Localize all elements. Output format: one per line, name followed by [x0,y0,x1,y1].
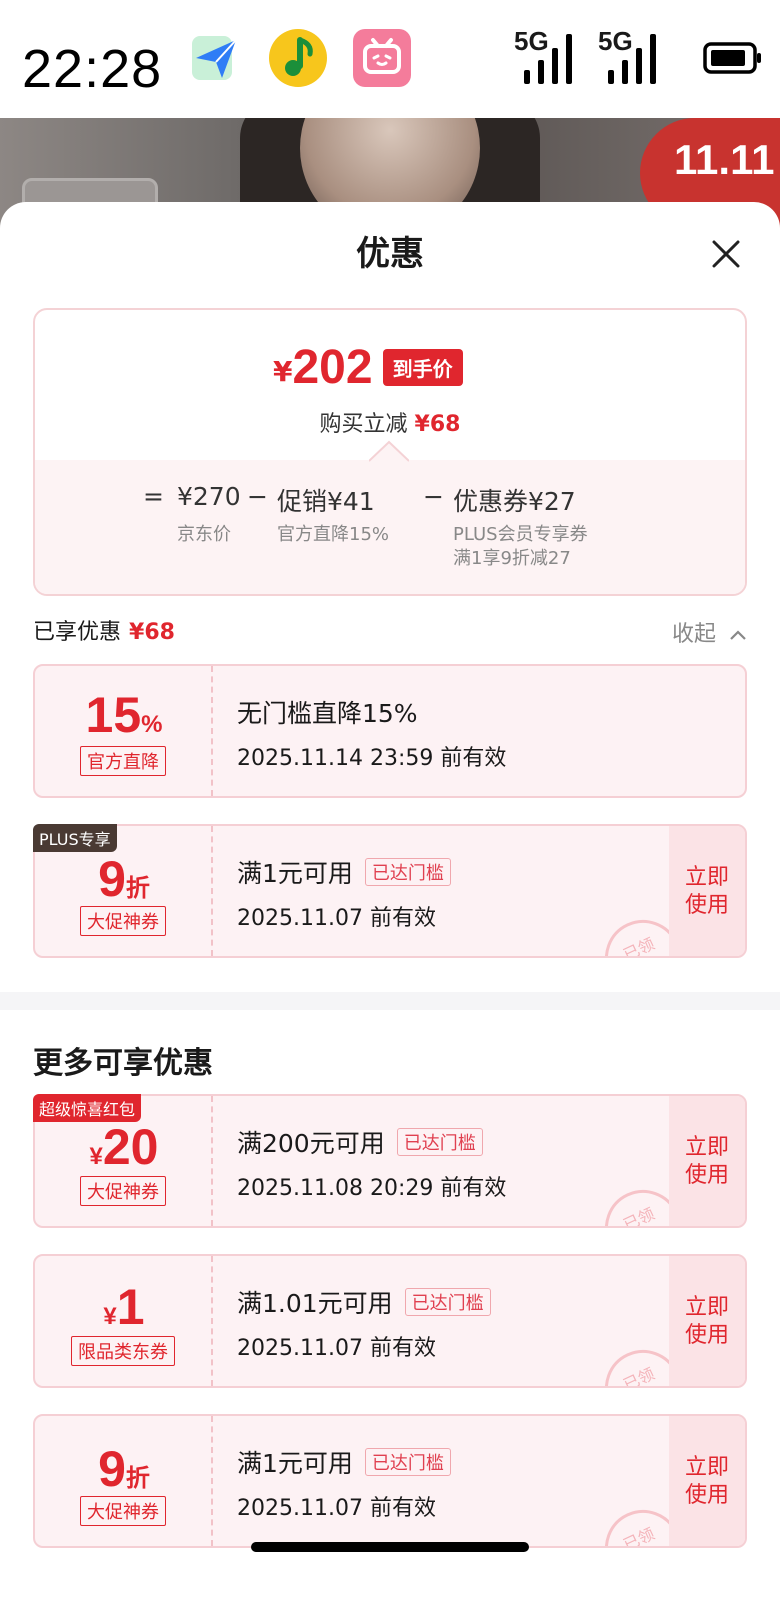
coupon-title: 满200元可用 已达门槛 [237,1124,483,1160]
calc-minus: − [247,482,268,511]
calc-coupon-detail: 满1享9折减27 [453,548,571,569]
calc-coupon-label: PLUS会员专享券 [453,524,588,545]
coupon-type: 大促神券 [80,1176,166,1206]
use-now-button[interactable]: 立即使用 [669,1256,745,1386]
calc-minus: − [423,482,444,511]
feishu-icon [192,36,237,80]
discount-sheet: 优惠 ¥ 202 到手价 购买立减 ¥68 = ¥270 京东价 − 促销¥41… [0,202,780,1604]
calc-coupon: 优惠券¥27 [453,487,576,516]
final-price: ¥ 202 到手价 [273,344,463,392]
calc-base-label: 京东价 [177,524,231,545]
calc-promo: 促销¥41 [277,487,375,516]
calc-promo-label: 官方直降15% [277,524,390,545]
qq-music-icon [269,29,327,87]
use-now-button[interactable]: 立即使用 [669,1416,745,1546]
calc-base-price: ¥270 [177,482,241,511]
threshold-reached-badge: 已达门槛 [396,1128,483,1156]
threshold-reached-badge: 已达门槛 [364,1448,451,1476]
bilibili-icon [353,29,411,87]
coupon-expiry: 2025.11.08 20:29 前有效 [237,1176,507,1201]
coupon-expiry: 2025.11.07 前有效 [237,906,436,931]
coupon-card: ¥1 限品类东券 满1.01元可用 已达门槛 2025.11.07 前有效 已领 … [33,1254,747,1388]
sheet-title: 优惠 [356,234,424,274]
coupon-expiry: 2025.11.07 前有效 [237,1336,436,1361]
coupon-expiry: 2025.11.14 23:59 前有效 [237,746,507,771]
use-now-label: 立即使用 [684,1455,729,1508]
instant-discount: 购买立减 ¥68 [319,412,461,437]
coupon-value-area: 9折 大促神券 [35,1416,213,1546]
use-now-button[interactable]: 立即使用 [669,826,745,956]
status-time: 22:28 [22,39,163,99]
coupon-value-area: 15% 官方直降 [35,666,213,796]
use-now-label: 立即使用 [684,1295,729,1348]
coupon-title: 满1.01元可用 已达门槛 [237,1284,491,1320]
home-indicator[interactable] [251,1542,529,1552]
more-discounts-title: 更多可享优惠 [33,1046,213,1081]
price-breakdown [35,460,745,594]
signal-bars-icon [524,34,572,84]
coupon-type: 大促神券 [80,906,166,936]
calc-equals: = [143,482,164,511]
coupon-expiry: 2025.11.07 前有效 [237,1496,436,1521]
use-now-label: 立即使用 [684,865,729,918]
super-red-packet-tag: 超级惊喜红包 [33,1094,142,1122]
final-price-value: 202 [292,341,373,394]
coupon-type: 限品类东券 [71,1336,175,1366]
enjoyed-header: 已享优惠 ¥68 收起 [33,614,747,650]
pointer-notch [369,440,409,462]
coupon-type: 官方直降 [80,746,166,776]
coupon-card: 15% 官方直降 无门槛直降15% 2025.11.14 23:59 前有效 [33,664,747,798]
coupon-card: 9折 大促神券 满1元可用 已达门槛 2025.11.07 前有效 已领 立即使用 [33,1414,747,1548]
threshold-reached-badge: 已达门槛 [404,1288,491,1316]
final-price-tag: 到手价 [382,349,463,386]
close-icon[interactable] [706,234,746,274]
use-now-label: 立即使用 [684,1135,729,1188]
price-summary-card: ¥ 202 到手价 购买立减 ¥68 = ¥270 京东价 − 促销¥41 官方… [33,308,747,596]
status-bar: 22:28 5G 5G [0,0,780,118]
collapse-button[interactable]: 收起 [672,616,747,648]
threshold-reached-badge: 已达门槛 [364,858,451,886]
plus-exclusive-tag: PLUS专享 [33,824,117,852]
battery-icon [703,42,761,74]
coupon-type: 大促神券 [80,1496,166,1526]
coupon-card: 9折 大促神券 满1元可用 已达门槛 2025.11.07 前有效 已领 立即使用 [33,824,747,958]
chevron-up-icon [730,630,746,640]
use-now-button[interactable]: 立即使用 [669,1096,745,1226]
coupon-title: 满1元可用 已达门槛 [237,854,451,890]
coupon-value-area: ¥1 限品类东券 [35,1256,213,1386]
coupon-title: 无门槛直降15% [237,699,418,728]
signal-bars-icon [608,34,656,84]
coupon-title: 满1元可用 已达门槛 [237,1444,451,1480]
section-divider [0,992,780,1010]
